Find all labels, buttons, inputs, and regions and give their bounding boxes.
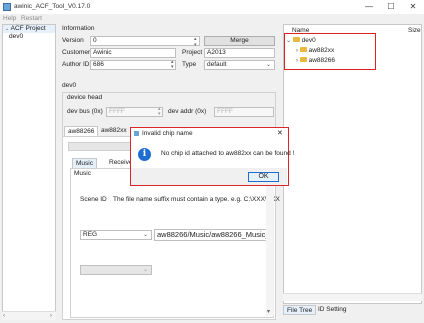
- ok-button[interactable]: OK: [248, 172, 279, 182]
- scroll-right-icon[interactable]: ›: [50, 313, 52, 319]
- tree-item-dev0[interactable]: dev0: [9, 33, 23, 41]
- dialog-close-button[interactable]: ✕: [277, 129, 283, 137]
- info-icon: i: [138, 148, 151, 161]
- scroll-down-icon[interactable]: ▾: [267, 308, 270, 315]
- minimize-button[interactable]: —: [358, 0, 380, 14]
- customer-field[interactable]: Awinic: [90, 48, 176, 58]
- dev-bus-field[interactable]: FFFF: [106, 107, 163, 117]
- tab-aw88266[interactable]: aw88266: [64, 126, 99, 136]
- dialog-message: No chip id attached to aw882xx can be fo…: [161, 150, 295, 157]
- version-label: Version: [62, 37, 84, 44]
- reg-select[interactable]: REG ⌄: [80, 230, 152, 240]
- window-title: awinic_ACF_Tool_V0.17.0: [14, 3, 91, 10]
- stepper-icon[interactable]: ▴ ▾: [171, 60, 174, 70]
- right-panel-tabs: File Tree ID Setting: [283, 304, 422, 318]
- reg-path-field[interactable]: aw88266/Music/aw88266_Music_: [154, 229, 272, 241]
- maximize-button[interactable]: ☐: [380, 0, 402, 14]
- author-id-label: Author ID: [62, 61, 90, 68]
- menu-bar: [0, 14, 424, 24]
- chevron-down-icon: ⌄: [142, 267, 148, 273]
- stepper-icon[interactable]: ▴ ▾: [158, 107, 161, 117]
- type-select[interactable]: default ⌄: [204, 60, 275, 70]
- scroll-left-icon[interactable]: ‹: [3, 313, 5, 319]
- app-icon: [3, 3, 11, 11]
- menu-help[interactable]: Help: [3, 15, 16, 22]
- dialog-title: Invalid chip name: [142, 130, 193, 137]
- chevron-down-icon: ⌄: [265, 62, 271, 68]
- music-group-title: Music: [74, 170, 91, 177]
- chevron-down-icon[interactable]: ⌄: [5, 26, 9, 32]
- highlight-box: [284, 33, 376, 70]
- horizontal-scrollbar[interactable]: [283, 293, 422, 301]
- horizontal-scrollbar[interactable]: ‹ ›: [2, 311, 56, 320]
- project-label: Project: [182, 49, 203, 56]
- disabled-select[interactable]: ⌄: [80, 265, 152, 275]
- device-head-label: device head: [67, 94, 103, 101]
- author-id-field[interactable]: 686: [90, 60, 176, 70]
- chevron-down-icon: ⌄: [142, 232, 148, 238]
- type-select-value: default: [207, 61, 227, 68]
- customer-label: Customer: [62, 49, 91, 56]
- tree-item-acf-project[interactable]: ⌄ ACF Project: [3, 25, 55, 33]
- type-label: Type: [182, 61, 197, 68]
- tree-item-label: ACF Project: [10, 25, 46, 32]
- stepper-icon[interactable]: ▴ ▾: [194, 36, 197, 48]
- device-title: dev0: [62, 82, 77, 89]
- close-window-button[interactable]: ✕: [402, 0, 424, 14]
- column-header-size[interactable]: Size: [408, 27, 421, 34]
- tab-file-tree[interactable]: File Tree: [283, 305, 317, 315]
- version-field[interactable]: 0: [90, 36, 200, 46]
- invalid-chip-dialog: Invalid chip name ✕ i No chip id attache…: [130, 127, 294, 186]
- tab-aw882xx[interactable]: aw882xx: [98, 126, 130, 136]
- merge-button[interactable]: Merge: [204, 36, 275, 46]
- scene-id-label: Scene ID: [80, 196, 107, 203]
- scene-hint-text: The file name suffix must contain a type…: [113, 196, 280, 203]
- dev-bus-label: dev bus (0x): [67, 108, 103, 115]
- dev-addr-field[interactable]: FFFF: [214, 107, 274, 117]
- tab-music[interactable]: Music: [72, 158, 97, 168]
- app-icon: [134, 131, 139, 136]
- project-tree[interactable]: ⌄ ACF Project dev0: [2, 24, 56, 320]
- menu-restart[interactable]: Restart: [21, 15, 42, 22]
- tab-id-setting[interactable]: ID Setting: [315, 305, 350, 315]
- music-group: [70, 168, 274, 318]
- section-title-information: Information: [62, 25, 95, 32]
- project-field[interactable]: A2013: [204, 48, 275, 58]
- reg-select-value: REG: [83, 231, 98, 238]
- dev-addr-label: dev addr (0x): [168, 108, 207, 115]
